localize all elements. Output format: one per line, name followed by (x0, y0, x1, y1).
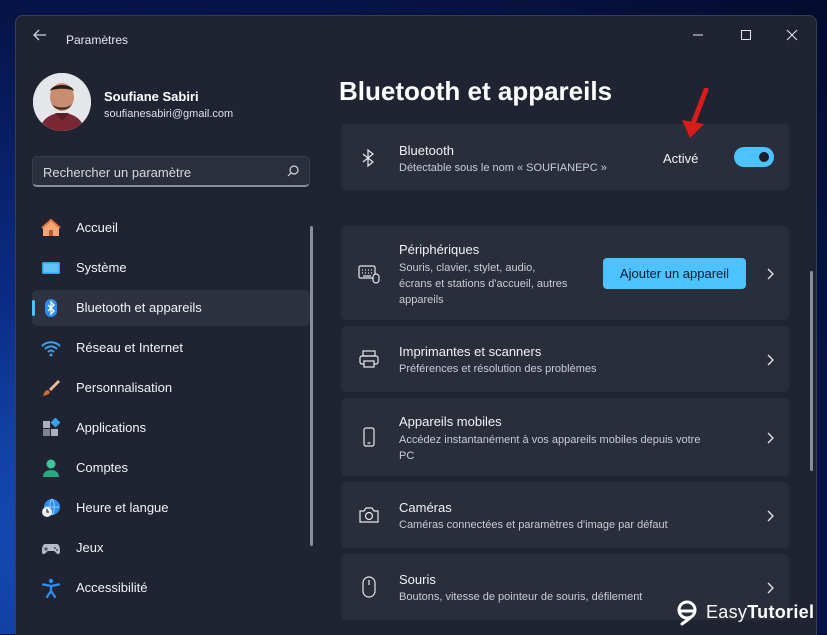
phone-icon (363, 427, 375, 447)
sidebar-item-label: Heure et langue (76, 500, 169, 515)
sidebar-item-label: Personnalisation (76, 380, 173, 395)
sidebar-nav: Accueil Système Bluetooth et appareils R… (32, 210, 310, 610)
bluetooth-description: Détectable sous le nom « SOUFIANEPC » (399, 162, 607, 174)
description-line: appareils (399, 294, 444, 306)
sidebar-item-accessibilite[interactable]: Accessibilité (32, 570, 310, 606)
chevron-right-icon (767, 510, 774, 522)
active-indicator (32, 300, 35, 316)
add-device-button[interactable]: Ajouter un appareil (603, 258, 746, 289)
minimize-button[interactable] (684, 24, 712, 46)
search-input[interactable]: Rechercher un paramètre (32, 156, 310, 187)
maximize-icon (741, 30, 751, 40)
back-button[interactable] (30, 28, 50, 48)
description-line: Boutons, vitesse de pointeur de souris, … (399, 591, 643, 603)
accessibility-icon (41, 578, 61, 598)
watermark: EasyTutoriel (676, 598, 814, 628)
main-scrollbar[interactable] (810, 271, 813, 471)
printers-title: Imprimantes et scanners (399, 344, 542, 359)
chevron-right-icon (767, 354, 774, 366)
minimize-icon (693, 34, 703, 36)
chevron-right-icon (767, 432, 774, 444)
clock-globe-icon (42, 498, 60, 517)
mobile-devices-description: Accédez instantanément à vos appareils m… (399, 432, 700, 464)
toggle-knob (759, 152, 769, 162)
system-icon (42, 262, 60, 274)
mouse-icon (362, 576, 376, 598)
sidebar-item-applications[interactable]: Applications (32, 410, 310, 446)
devices-title: Périphériques (399, 242, 480, 257)
sidebar-item-systeme[interactable]: Système (32, 250, 310, 286)
watermark-prefix: Easy (706, 602, 748, 622)
bluetooth-icon (45, 299, 57, 317)
watermark-text: EasyTutoriel (706, 602, 814, 623)
printers-card[interactable]: Imprimantes et scanners Préférences et r… (341, 326, 789, 392)
sidebar-item-accueil[interactable]: Accueil (32, 210, 310, 246)
sidebar-item-comptes[interactable]: Comptes (32, 450, 310, 486)
description-line: PC (399, 450, 415, 462)
sidebar-item-jeux[interactable]: Jeux (32, 530, 310, 566)
mouse-description: Boutons, vitesse de pointeur de souris, … (399, 589, 642, 605)
bluetooth-icon (362, 148, 374, 168)
sidebar-item-label: Accessibilité (76, 580, 148, 595)
maximize-button[interactable] (732, 24, 760, 46)
printers-description: Préférences et résolution des problèmes (399, 361, 597, 377)
sidebar-item-label: Jeux (76, 540, 104, 555)
sidebar-item-label: Comptes (76, 460, 129, 475)
cameras-title: Caméras (399, 500, 452, 515)
cameras-card[interactable]: Caméras Caméras connectées et paramètres… (341, 482, 789, 548)
easytutoriel-logo-icon (677, 600, 697, 626)
sidebar-item-label: Bluetooth et appareils (76, 300, 202, 315)
home-icon (41, 218, 61, 236)
description-line: Préférences et résolution des problèmes (399, 363, 597, 375)
cameras-description: Caméras connectées et paramètres d'image… (399, 517, 668, 533)
page-title: Bluetooth et appareils (339, 76, 613, 106)
user-name: Soufiane Sabiri (104, 89, 199, 104)
sidebar-item-label: Applications (76, 420, 147, 435)
close-button[interactable] (778, 24, 806, 46)
sidebar-item-heure-langue[interactable]: Heure et langue (32, 490, 310, 526)
bluetooth-state-label: Activé (663, 151, 699, 166)
mobile-devices-card[interactable]: Appareils mobiles Accédez instantanément… (341, 398, 789, 476)
mobile-devices-title: Appareils mobiles (399, 414, 502, 429)
mouse-title: Souris (399, 572, 436, 587)
brush-icon (43, 380, 60, 396)
user-photo (33, 73, 91, 131)
gamepad-icon (41, 544, 61, 555)
title-bar: Paramètres (16, 16, 816, 62)
printer-icon (359, 350, 379, 368)
camera-icon (359, 507, 379, 523)
app-title: Paramètres (66, 33, 129, 47)
watermark-suffix: Tutoriel (747, 602, 815, 622)
sidebar-scrollbar[interactable] (310, 226, 313, 546)
apps-icon (43, 418, 61, 436)
bluetooth-title: Bluetooth (399, 143, 454, 158)
description-line: Caméras connectées et paramètres d'image… (399, 519, 668, 531)
bluetooth-card: Bluetooth Détectable sous le nom « SOUFI… (341, 124, 789, 190)
close-icon (786, 29, 798, 41)
description-line: écrans et stations d'accueil, autres (399, 278, 568, 290)
search-icon (287, 165, 299, 177)
chevron-right-icon (767, 582, 774, 594)
description-line: Souris, clavier, stylet, audio, (399, 262, 536, 274)
sidebar-item-bluetooth[interactable]: Bluetooth et appareils (32, 290, 310, 326)
description-line: Accédez instantanément à vos appareils m… (399, 434, 701, 446)
sidebar-item-personnalisation[interactable]: Personnalisation (32, 370, 310, 406)
devices-card[interactable]: Périphériques Souris, clavier, stylet, a… (341, 226, 789, 320)
search-placeholder: Rechercher un paramètre (43, 165, 192, 180)
account-icon (43, 459, 59, 477)
back-arrow-icon (33, 29, 46, 41)
sidebar-item-label: Accueil (76, 220, 118, 235)
devices-description: Souris, clavier, stylet, audio, écrans e… (399, 260, 567, 308)
wifi-icon (41, 341, 61, 357)
bluetooth-toggle[interactable] (734, 147, 774, 167)
chevron-right-icon (767, 268, 774, 280)
keyboard-icon (358, 265, 380, 284)
annotation-arrow-icon (682, 88, 709, 138)
sidebar-item-label: Système (76, 260, 127, 275)
avatar[interactable] (33, 73, 91, 131)
sidebar-item-label: Réseau et Internet (76, 340, 183, 355)
user-email: soufianesabiri@gmail.com (104, 108, 234, 120)
sidebar-item-reseau[interactable]: Réseau et Internet (32, 330, 310, 366)
